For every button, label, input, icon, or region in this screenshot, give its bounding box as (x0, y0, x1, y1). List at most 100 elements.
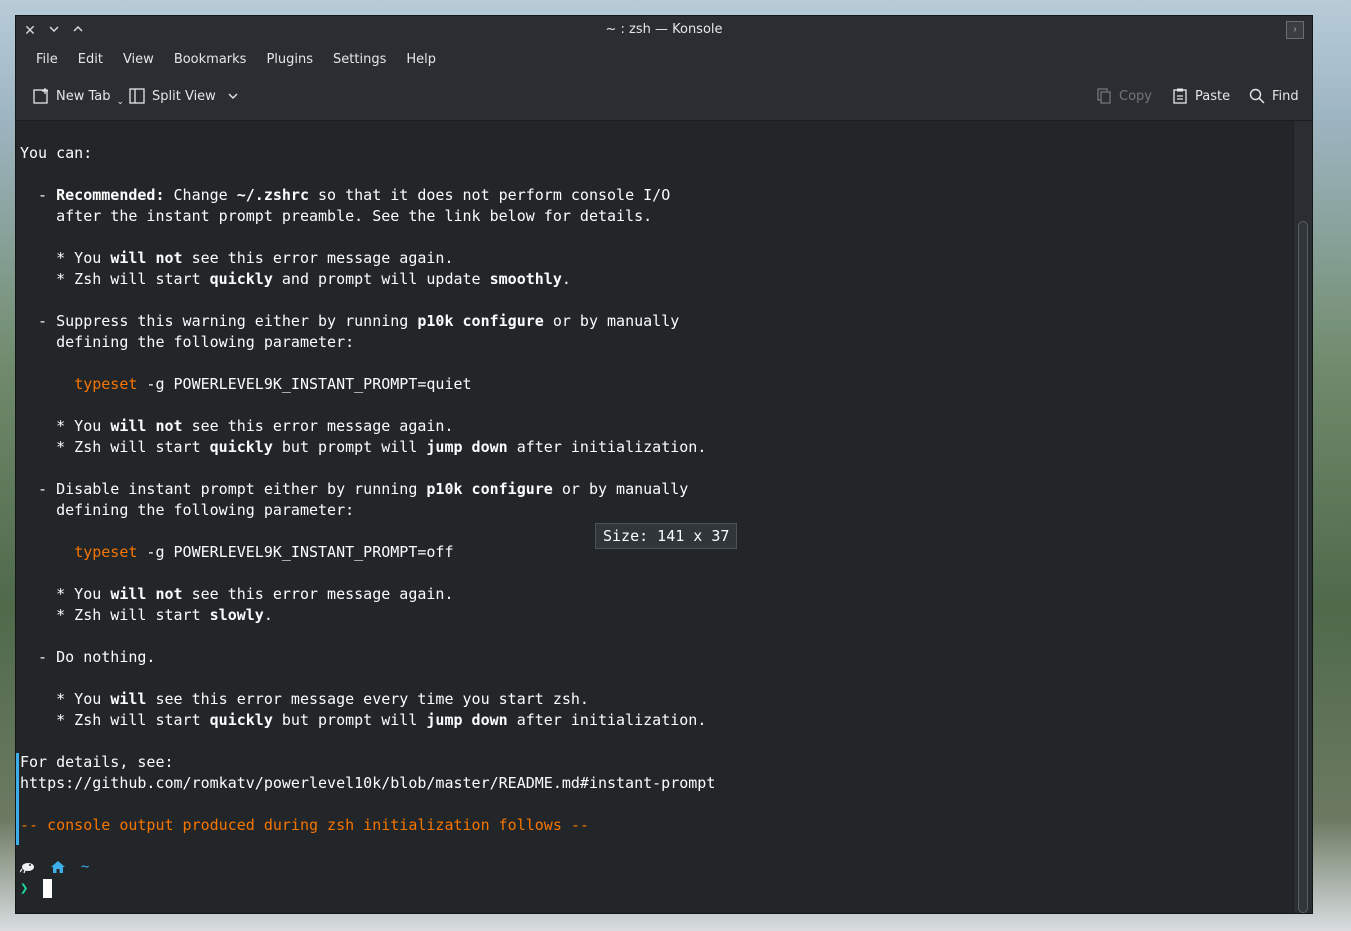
prompt-line-1: ~ (19, 859, 90, 875)
menu-help[interactable]: Help (396, 52, 446, 67)
new-tab-icon (33, 88, 48, 104)
menu-plugins[interactable]: Plugins (256, 52, 323, 67)
paste-button[interactable]: Paste (1171, 87, 1230, 105)
terminal-text: - (20, 186, 57, 204)
terminal-text: For details, see: (20, 753, 174, 771)
menu-bookmarks[interactable]: Bookmarks (164, 52, 257, 67)
terminal-text: will not (110, 417, 183, 435)
terminal-text: * Zsh will start (20, 270, 210, 288)
new-tab-button[interactable]: New Tab ⌄ (32, 87, 125, 107)
text-cursor (42, 879, 52, 898)
terminal-text: see this error message again. (182, 417, 454, 435)
terminal-text: typeset (74, 543, 138, 561)
terminal-text: ~/.zshrc (236, 186, 309, 204)
find-label: Find (1272, 88, 1299, 104)
terminal-text: -- console output produced during zsh in… (20, 816, 589, 834)
terminal-line: * Zsh will start quickly but prompt will… (20, 710, 715, 731)
terminal-text: see this error message again. (182, 249, 454, 267)
terminal-line: * You will not see this error message ag… (20, 248, 715, 269)
home-icon (51, 861, 66, 873)
terminal-view[interactable]: You can: - Recommended: Change ~/.zshrc … (16, 121, 1295, 913)
terminal-text: typeset (74, 375, 138, 393)
prompt-directory: ~ (80, 859, 90, 875)
terminal-text: or by manually (552, 480, 689, 498)
menubar: File Edit View Bookmarks Plugins Setting… (16, 44, 1312, 74)
copy-button[interactable]: Copy (1095, 87, 1152, 105)
terminal-line: typeset -g POWERLEVEL9K_INSTANT_PROMPT=q… (20, 374, 715, 395)
split-view-button[interactable]: Split View (128, 87, 240, 105)
terminal-text: -g POWERLEVEL9K_INSTANT_PROMPT=off (137, 543, 454, 561)
terminal-line: - Recommended: Change ~/.zshrc so that i… (20, 185, 715, 206)
copy-icon (1097, 88, 1111, 104)
terminal-text: jump down (426, 438, 508, 456)
scroll-marker (16, 753, 19, 845)
terminal-line: defining the following parameter: (20, 500, 715, 521)
terminal-text: - Do nothing. (20, 648, 156, 666)
terminal-line: - Do nothing. (20, 647, 715, 668)
terminal-text: see this error message again. (182, 585, 454, 603)
find-button[interactable]: Find (1248, 87, 1299, 105)
terminal-text: . (561, 270, 571, 288)
prompt-line-2: ❯ (20, 879, 52, 898)
terminal-text: Change (164, 186, 237, 204)
terminal-line: * You will not see this error message ag… (20, 584, 715, 605)
terminal-text: after initialization. (507, 711, 707, 729)
scrollbar-thumb[interactable] (1298, 221, 1308, 913)
prompt-char: ❯ (20, 880, 29, 897)
terminal-text: or by manually (543, 312, 680, 330)
terminal-text: Recommended: (56, 186, 165, 204)
menu-edit[interactable]: Edit (68, 52, 113, 67)
terminal-text: see this error message every time you st… (146, 690, 589, 708)
terminal-text: but prompt will (272, 711, 427, 729)
terminal-text: - Suppress this warning either by runnin… (20, 312, 418, 330)
terminal-text: You can: (20, 144, 93, 162)
terminal-text: defining the following parameter: (20, 333, 355, 351)
terminal-text: * Zsh will start (20, 606, 210, 624)
terminal-text: https://github.com/romkatv/powerlevel10k… (20, 774, 716, 792)
split-view-label: Split View (152, 88, 216, 104)
terminal-text: * You (20, 249, 111, 267)
window-title: ~ : zsh — Konsole (605, 22, 723, 37)
terminal-line: https://github.com/romkatv/powerlevel10k… (20, 773, 715, 794)
terminal-line: For details, see: (20, 752, 715, 773)
copy-label: Copy (1119, 88, 1152, 104)
terminal-text: slowly (209, 606, 264, 624)
terminal-text: * You (20, 585, 111, 603)
terminal-line: -- console output produced during zsh in… (20, 815, 715, 836)
chevron-down-icon: ⌄ (116, 97, 125, 107)
terminal-line: * Zsh will start slowly. (20, 605, 715, 626)
terminal-text: jump down (426, 711, 508, 729)
terminal-text: * You (20, 690, 111, 708)
konsole-window: ✕ ~ : zsh — Konsole › File Edit View Boo… (15, 15, 1313, 914)
terminal-line: - Disable instant prompt either by runni… (20, 479, 715, 500)
paste-label: Paste (1195, 88, 1231, 104)
menu-file[interactable]: File (26, 52, 68, 67)
terminal-text: will (110, 690, 147, 708)
terminal-line: * You will see this error message every … (20, 689, 715, 710)
terminal-line: * Zsh will start quickly and prompt will… (20, 269, 715, 290)
window-menu-icon[interactable]: › (1286, 21, 1304, 39)
terminal-text: quickly (209, 270, 273, 288)
terminal-text: will not (110, 249, 183, 267)
terminal-text: after initialization. (507, 438, 707, 456)
terminal-text: p10k configure (417, 312, 544, 330)
menu-view[interactable]: View (113, 52, 164, 67)
terminal-text: p10k configure (426, 480, 553, 498)
vertical-scrollbar[interactable] (1293, 121, 1312, 913)
search-icon (1249, 88, 1265, 104)
terminal-line: after the instant prompt preamble. See t… (20, 206, 715, 227)
terminal-text: but prompt will (272, 438, 427, 456)
terminal-text: quickly (209, 438, 273, 456)
tux-icon (19, 863, 34, 874)
terminal-text: -g POWERLEVEL9K_INSTANT_PROMPT=quiet (137, 375, 472, 393)
terminal-text: * Zsh will start (20, 711, 210, 729)
menu-settings[interactable]: Settings (323, 52, 396, 67)
